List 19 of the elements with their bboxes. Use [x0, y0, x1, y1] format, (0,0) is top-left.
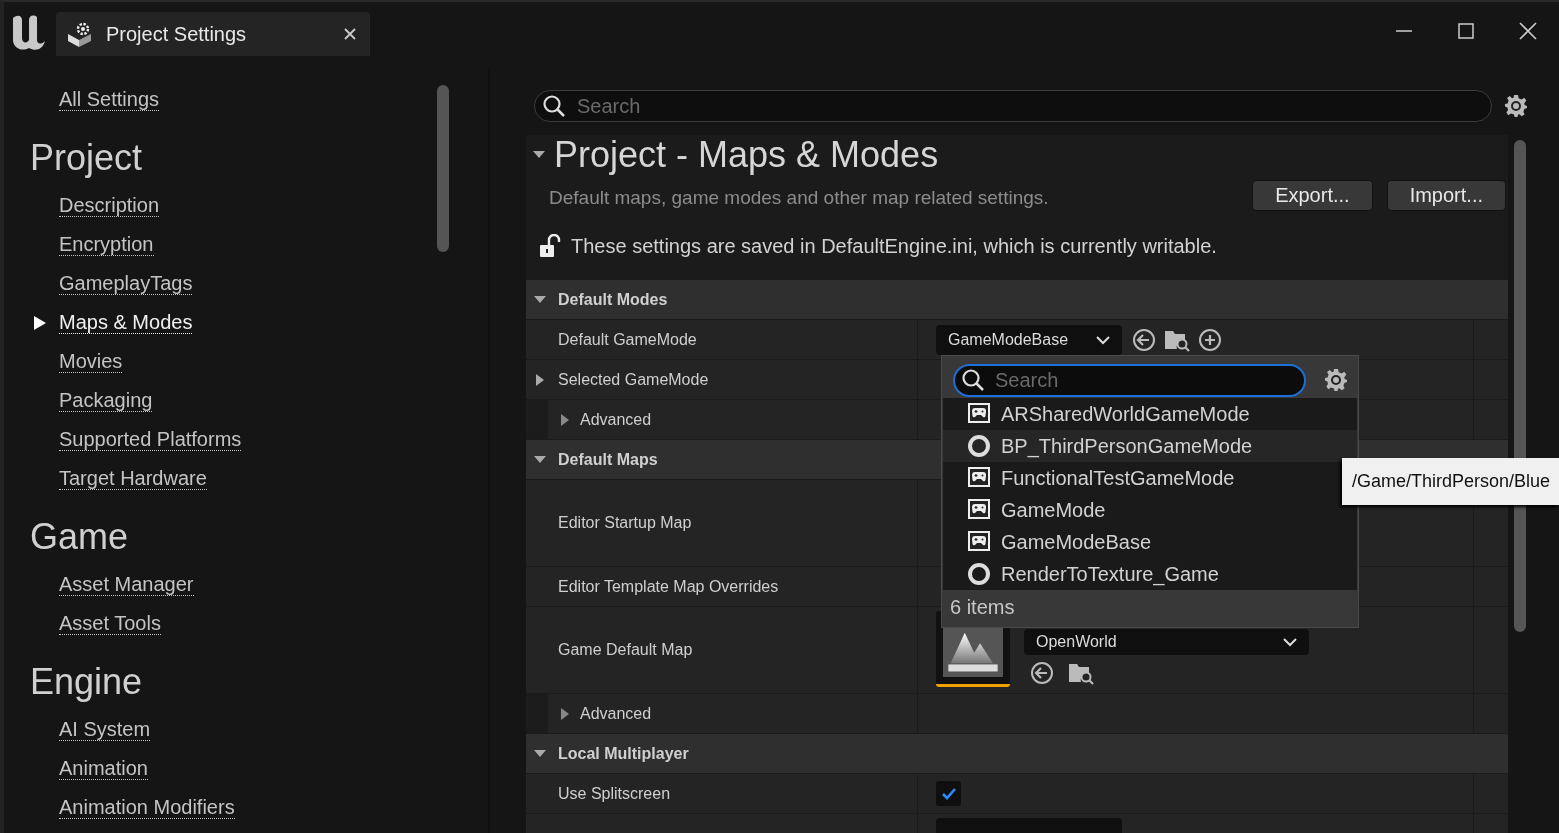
property-label: Default GameMode — [558, 330, 697, 349]
config-note: These settings are saved in DefaultEngine.ini, which is currently writable. — [571, 234, 1217, 258]
property-label: Editor Template Map Overrides — [558, 577, 779, 596]
section-heading: Game — [29, 515, 130, 559]
property-label: Use Splitscreen — [558, 784, 671, 803]
advanced-label: Advanced — [580, 704, 652, 723]
property-label: Editor Startup Map — [558, 514, 692, 532]
category-title: Default Modes — [558, 290, 668, 309]
property-label: Game Default Map — [558, 641, 693, 659]
section-heading: Project — [29, 136, 144, 180]
section-heading: Engine — [29, 660, 144, 704]
tooltip: /Game/ThirdPerson/Blue — [1342, 458, 1559, 505]
page-description: Default maps, game modes and other map related settings. — [549, 187, 1049, 209]
property-label: Selected GameMode — [558, 370, 709, 389]
category-title: Local Multiplayer — [558, 744, 689, 763]
advanced-label: Advanced — [580, 410, 652, 429]
page-title: Project - Maps & Modes — [554, 135, 939, 176]
item-count: 6 items — [949, 595, 1016, 619]
category-title: Default Maps — [558, 450, 658, 469]
